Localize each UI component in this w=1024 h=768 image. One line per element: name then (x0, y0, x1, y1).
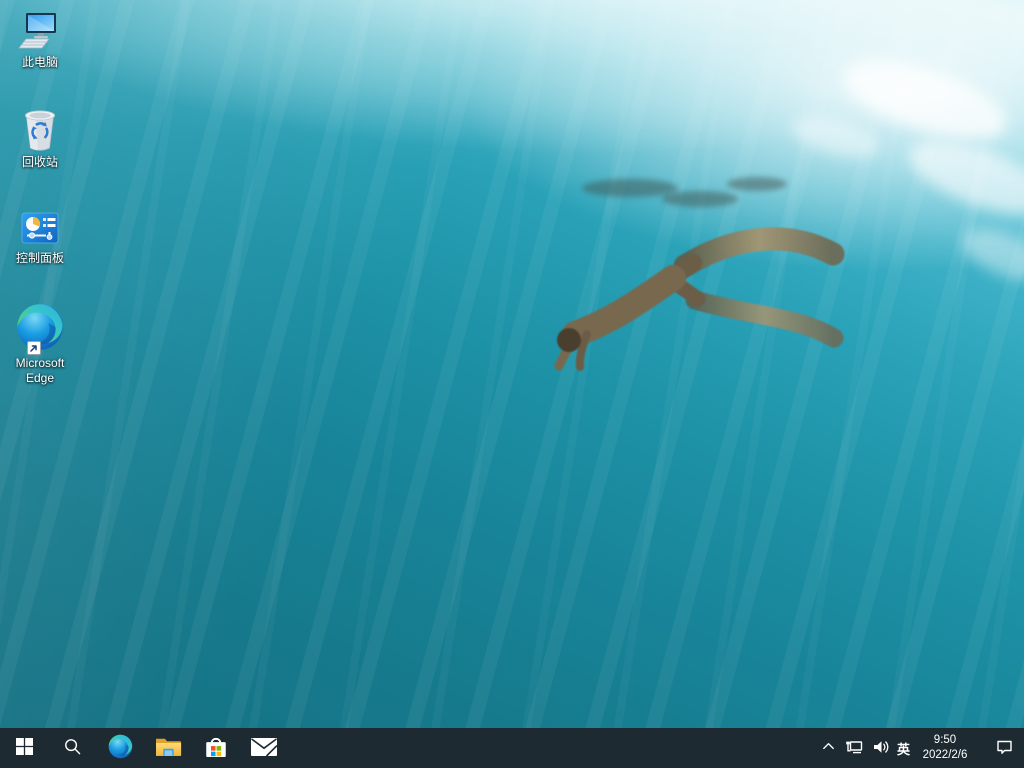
desktop: 此电脑 回收站 (0, 0, 1024, 768)
search-button[interactable] (48, 728, 96, 768)
file-explorer-folder-icon (155, 736, 182, 761)
desktop-icon-recycle-bin[interactable]: 回收站 (1, 106, 79, 170)
action-center-button[interactable] (984, 728, 1024, 768)
clock[interactable]: 9:50 2022/2/6 (912, 728, 978, 768)
system-tray: 英 9:50 2022/2/6 (816, 728, 1024, 768)
wallpaper-underwater (0, 0, 1024, 768)
notification-bubble-icon (996, 739, 1013, 758)
desktop-icon-this-pc[interactable]: 此电脑 (1, 12, 79, 70)
network-status-button[interactable] (841, 728, 868, 768)
search-icon (64, 738, 81, 758)
ethernet-network-icon (845, 739, 863, 758)
chevron-up-icon (821, 739, 836, 757)
desktop-icon-label: 回收站 (22, 155, 58, 170)
taskbar-store-button[interactable] (192, 728, 240, 768)
speaker-icon (872, 739, 890, 758)
desktop-icon-microsoft-edge[interactable]: Microsoft Edge (1, 301, 79, 386)
recycle-bin-icon (20, 106, 60, 152)
sunlight-sparkle (956, 220, 1024, 291)
taskbar-mail-button[interactable] (240, 728, 288, 768)
input-language-indicator[interactable]: 英 (895, 728, 912, 768)
desktop-icon-label: 控制面板 (16, 251, 64, 266)
clock-date: 2022/2/6 (923, 748, 968, 763)
taskbar: 英 9:50 2022/2/6 (0, 728, 1024, 768)
mail-envelope-icon (250, 737, 278, 760)
control-panel-icon (20, 208, 60, 248)
start-button[interactable] (0, 728, 48, 768)
desktop-icon-control-panel[interactable]: 控制面板 (1, 208, 79, 266)
this-pc-icon (18, 12, 62, 52)
windows-logo-icon (16, 738, 33, 758)
edge-logo-icon (14, 301, 66, 353)
edge-logo-icon (107, 733, 134, 763)
shortcut-arrow-badge (27, 341, 41, 355)
volume-button[interactable] (868, 728, 895, 768)
desktop-icon-label: 此电脑 (22, 55, 58, 70)
taskbar-file-explorer-button[interactable] (144, 728, 192, 768)
clock-time: 9:50 (934, 733, 956, 748)
freediver-figure (535, 166, 857, 398)
show-hidden-icons-button[interactable] (816, 728, 841, 768)
taskbar-edge-button[interactable] (96, 728, 144, 768)
desktop-icon-label: Microsoft Edge (2, 356, 78, 386)
microsoft-store-icon (203, 734, 229, 763)
